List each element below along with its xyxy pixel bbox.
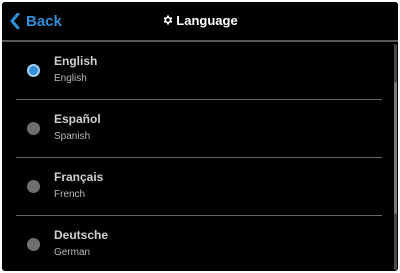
radio-selected-icon[interactable] [27,64,40,77]
radio-unselected-icon[interactable] [27,238,40,251]
gear-icon [163,15,173,25]
language-english-name: French [54,189,86,200]
language-native-name: Français [54,170,104,184]
language-english-name: English [54,73,87,84]
language-item-spanish[interactable]: Español Spanish [2,100,390,158]
scrollbar[interactable] [394,44,397,270]
scrollbar-thumb[interactable] [394,82,397,214]
radio-unselected-icon[interactable] [27,122,40,135]
back-button[interactable]: Back [10,8,62,34]
back-label: Back [26,12,62,30]
language-list: English English Español Spanish Français… [2,42,390,271]
top-bar: Back Language [2,2,398,38]
language-native-name: English [54,54,98,68]
language-native-name: Deutsche [54,228,109,242]
language-item-french[interactable]: Français French [2,158,390,216]
language-screen: Back Language English English Español Sp… [2,2,398,271]
language-item-german[interactable]: Deutsche German [2,216,390,271]
language-item-english[interactable]: English English [2,42,390,100]
language-english-name: Spanish [54,131,91,142]
chevron-left-icon [10,13,20,29]
page-title: Language [176,12,238,28]
language-native-name: Español [54,112,101,126]
language-english-name: German [54,247,91,258]
radio-unselected-icon[interactable] [27,180,40,193]
